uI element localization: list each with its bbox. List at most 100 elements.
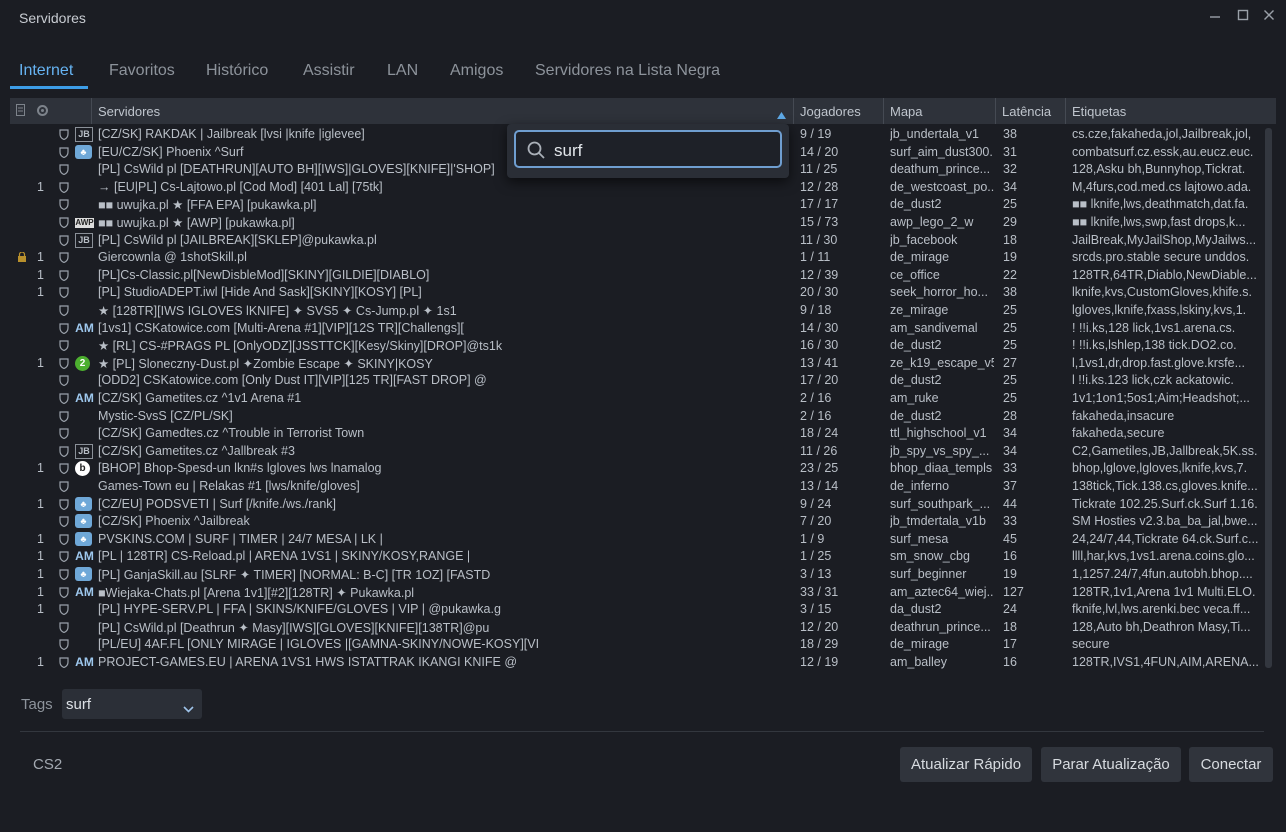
player-count: 11 / 25 <box>800 162 838 177</box>
table-row[interactable]: 1 Giercownla @ 1shotSkill.pl 1 / 11 de_mira… <box>10 249 1262 267</box>
shield-icon <box>59 569 69 581</box>
player-count: 11 / 30 <box>800 232 838 247</box>
player-count: 17 / 17 <box>800 197 839 212</box>
server-name: [PL] CsWild pl [JAILBREAK][SKLEP]@pukawk… <box>98 232 377 247</box>
table-row[interactable]: JB [PL] CsWild pl [JAILBREAK][SKLEP]@puka… <box>10 232 1262 250</box>
server-icon: JB <box>75 232 93 248</box>
tab-internet[interactable]: Internet <box>19 62 73 80</box>
latency-value: 25 <box>1003 320 1017 335</box>
server-tags: Tickrate 102.25.Surf.ck.Surf 1.16. <box>1072 496 1258 511</box>
table-row[interactable]: ■■ uwujka.pl ★ [FFA EPA] [pukawka.pl] 17 … <box>10 196 1262 214</box>
table-row[interactable]: 1 ♣ [CZ/EU] PODSVETI | Surf [/knife./ws./r… <box>10 496 1262 514</box>
tags-filter-select[interactable]: surf <box>62 689 202 719</box>
map-name: ce_office <box>890 267 940 282</box>
map-name: seek_horror_ho... <box>890 285 988 300</box>
server-name: [CZ/EU] PODSVETI | Surf [/knife./ws./ran… <box>98 496 337 511</box>
server-tags: 24,24/7,44,Tickrate 64.ck.Surf.c... <box>1072 531 1258 546</box>
chevron-down-icon <box>183 700 194 718</box>
tab-history[interactable]: Histórico <box>206 62 268 80</box>
table-row[interactable]: Mystic-SvsS [CZ/PL/SK] 2 / 16 de_dust2 28 fa… <box>10 408 1262 426</box>
maximize-icon[interactable] <box>1232 6 1254 26</box>
player-count: 3 / 13 <box>800 567 832 581</box>
table-row[interactable]: 1 AM PROJECT-GAMES.EU | ARENA 1VS1 HWS IST… <box>10 654 1262 672</box>
table-row[interactable]: ★ [RL] CS-#PRAGS PL [OnlyODZ][JSSTTCK][K… <box>10 337 1262 355</box>
table-row[interactable]: 1 → [EU|PL] Cs-Lajtowo.pl [Cod Mod] [401 … <box>10 179 1262 197</box>
map-name: ttl_highschool_v1 <box>890 426 987 441</box>
map-name: surf_aim_dust300... <box>890 144 994 159</box>
server-name: Giercownla @ 1shotSkill.pl <box>98 250 247 265</box>
server-name: ★ [RL] CS-#PRAGS PL [OnlyODZ][JSSTTCK][K… <box>98 339 503 354</box>
player-count: 9 / 18 <box>800 303 832 317</box>
search-input[interactable]: surf <box>514 130 782 168</box>
bots-count: 1 <box>37 179 44 194</box>
table-row[interactable]: 1 b [BHOP] Bhop-Spesd-un lkn#s lgloves lws… <box>10 460 1262 478</box>
table-row[interactable]: 1 AM [PL | 128TR] CS-Reload.pl | ARENA 1VS… <box>10 548 1262 566</box>
shield-icon <box>59 551 69 563</box>
sort-ascending-icon[interactable] <box>777 107 786 122</box>
tab-favorites[interactable]: Favoritos <box>109 62 175 80</box>
shield-icon <box>59 498 69 510</box>
quick-refresh-button[interactable]: Atualizar Rápido <box>900 747 1032 782</box>
latency-value: 25 <box>1003 197 1017 212</box>
bots-count: 1 <box>37 496 44 511</box>
shield-icon <box>59 393 69 405</box>
latency-value: 28 <box>1003 408 1017 423</box>
table-row[interactable]: AM [1vs1] CSKatowice.com [Multi-Arena #1]… <box>10 320 1262 338</box>
shield-icon <box>59 182 69 193</box>
stop-refresh-button[interactable]: Parar Atualização <box>1041 747 1181 782</box>
minimize-icon[interactable] <box>1204 6 1226 26</box>
player-count: 12 / 20 <box>800 619 839 634</box>
table-row[interactable]: [ODD2] CSKatowice.com [Only Dust IT][VIP… <box>10 372 1262 390</box>
table-row[interactable]: 1 AM ■Wiejaka-Chats.pl [Arena 1v1][#2][128… <box>10 584 1262 602</box>
tab-blacklist[interactable]: Servidores na Lista Negra <box>535 62 720 80</box>
table-row[interactable]: AM [CZ/SK] Gametites.cz ^1v1 Arena #1 2 / … <box>10 390 1262 408</box>
table-row[interactable]: ★ [128TR][IWS IGLOVES lKNIFE] ✦ SVS5 ✦ C… <box>10 302 1262 320</box>
shield-icon <box>59 358 69 369</box>
table-row[interactable]: 1 ♣ [PL] GanjaSkill.au [SLRF ✦ TIMER] [NOR… <box>10 566 1262 584</box>
table-row[interactable]: [CZ/SK] Gamedtes.cz ^Trouble in Terroris… <box>10 425 1262 443</box>
latency-value: 25 <box>1003 373 1017 388</box>
column-map[interactable]: Mapa <box>890 104 923 119</box>
table-row[interactable]: Games-Town eu | Relakas #1 [lws/knife/gl… <box>10 478 1262 496</box>
player-count: 11 / 26 <box>800 443 838 458</box>
tab-spectate[interactable]: Assistir <box>303 62 355 80</box>
column-latency[interactable]: Latência <box>1002 104 1051 119</box>
latency-value: 27 <box>1003 355 1017 370</box>
table-row[interactable]: 1 [PL] StudioADEPT.iwl [Hide And Sask][SK… <box>10 284 1262 302</box>
latency-value: 127 <box>1003 584 1024 599</box>
latency-value: 16 <box>1003 549 1017 564</box>
table-row[interactable]: 1 [PL]Cs-Classic.pl[NewDisbleMod][SKINY][… <box>10 267 1262 285</box>
table-row[interactable]: [PL/EU] 4AF.FL [ONLY MIRAGE | IGLOVES |[… <box>10 636 1262 654</box>
table-row[interactable]: 1 [PL] HYPE-SERV.PL | FFA | SKINS/KNIFE/G… <box>10 601 1262 619</box>
connect-button[interactable]: Conectar <box>1189 747 1273 782</box>
bots-count: 1 <box>37 584 44 599</box>
close-icon[interactable] <box>1258 6 1280 26</box>
column-servers[interactable]: Servidores <box>98 104 160 119</box>
server-tags: ■■ lknife,lws,swp,fast drops,k... <box>1072 215 1246 229</box>
bots-count: 1 <box>37 285 44 300</box>
table-row[interactable]: JB [CZ/SK] Gametites.cz ^Jallbreak #3 11 /… <box>10 443 1262 461</box>
table-row[interactable]: ♣ [CZ/SK] Phoenix ^Jailbreak 7 / 20 jb_tmde… <box>10 513 1262 531</box>
scrollbar[interactable] <box>1265 128 1272 668</box>
lock-column-icon[interactable] <box>16 104 25 119</box>
player-count: 18 / 29 <box>800 637 839 652</box>
tab-lan[interactable]: LAN <box>387 62 418 80</box>
tab-friends[interactable]: Amigos <box>450 62 503 80</box>
active-tab-indicator <box>10 86 88 89</box>
player-count: 14 / 20 <box>800 144 839 159</box>
server-name: [CZ/SK] Gametites.cz ^Jallbreak #3 <box>98 443 295 458</box>
table-row[interactable]: [PL] CsWild.pl [Deathrun ✦ Masy][IWS][GL… <box>10 619 1262 637</box>
column-players[interactable]: Jogadores <box>800 104 861 119</box>
bots-count: 1 <box>37 602 44 617</box>
player-count: 17 / 20 <box>800 373 839 388</box>
table-row[interactable]: 1 2 ★ [PL] Sloneczny-Dust.pl ✦Zombie Escap… <box>10 355 1262 373</box>
table-row[interactable]: 1 ♣ PVSKINS.COM | SURF | TIMER | 24/7 MESA… <box>10 531 1262 549</box>
latency-value: 34 <box>1003 179 1017 194</box>
map-name: sm_snow_cbg <box>890 549 970 564</box>
table-row[interactable]: AWP ■■ uwujka.pl ★ [AWP] [pukawka.pl] 15 /… <box>10 214 1262 232</box>
server-tags: lgloves,lknife,fxass,lskiny,kvs,1. <box>1072 303 1247 317</box>
shield-icon <box>59 481 69 493</box>
settings-icon[interactable] <box>36 104 49 120</box>
server-tags: 1v1;1on1;5os1;Aim;Headshot;... <box>1072 391 1250 405</box>
column-tags[interactable]: Etiquetas <box>1072 104 1126 119</box>
